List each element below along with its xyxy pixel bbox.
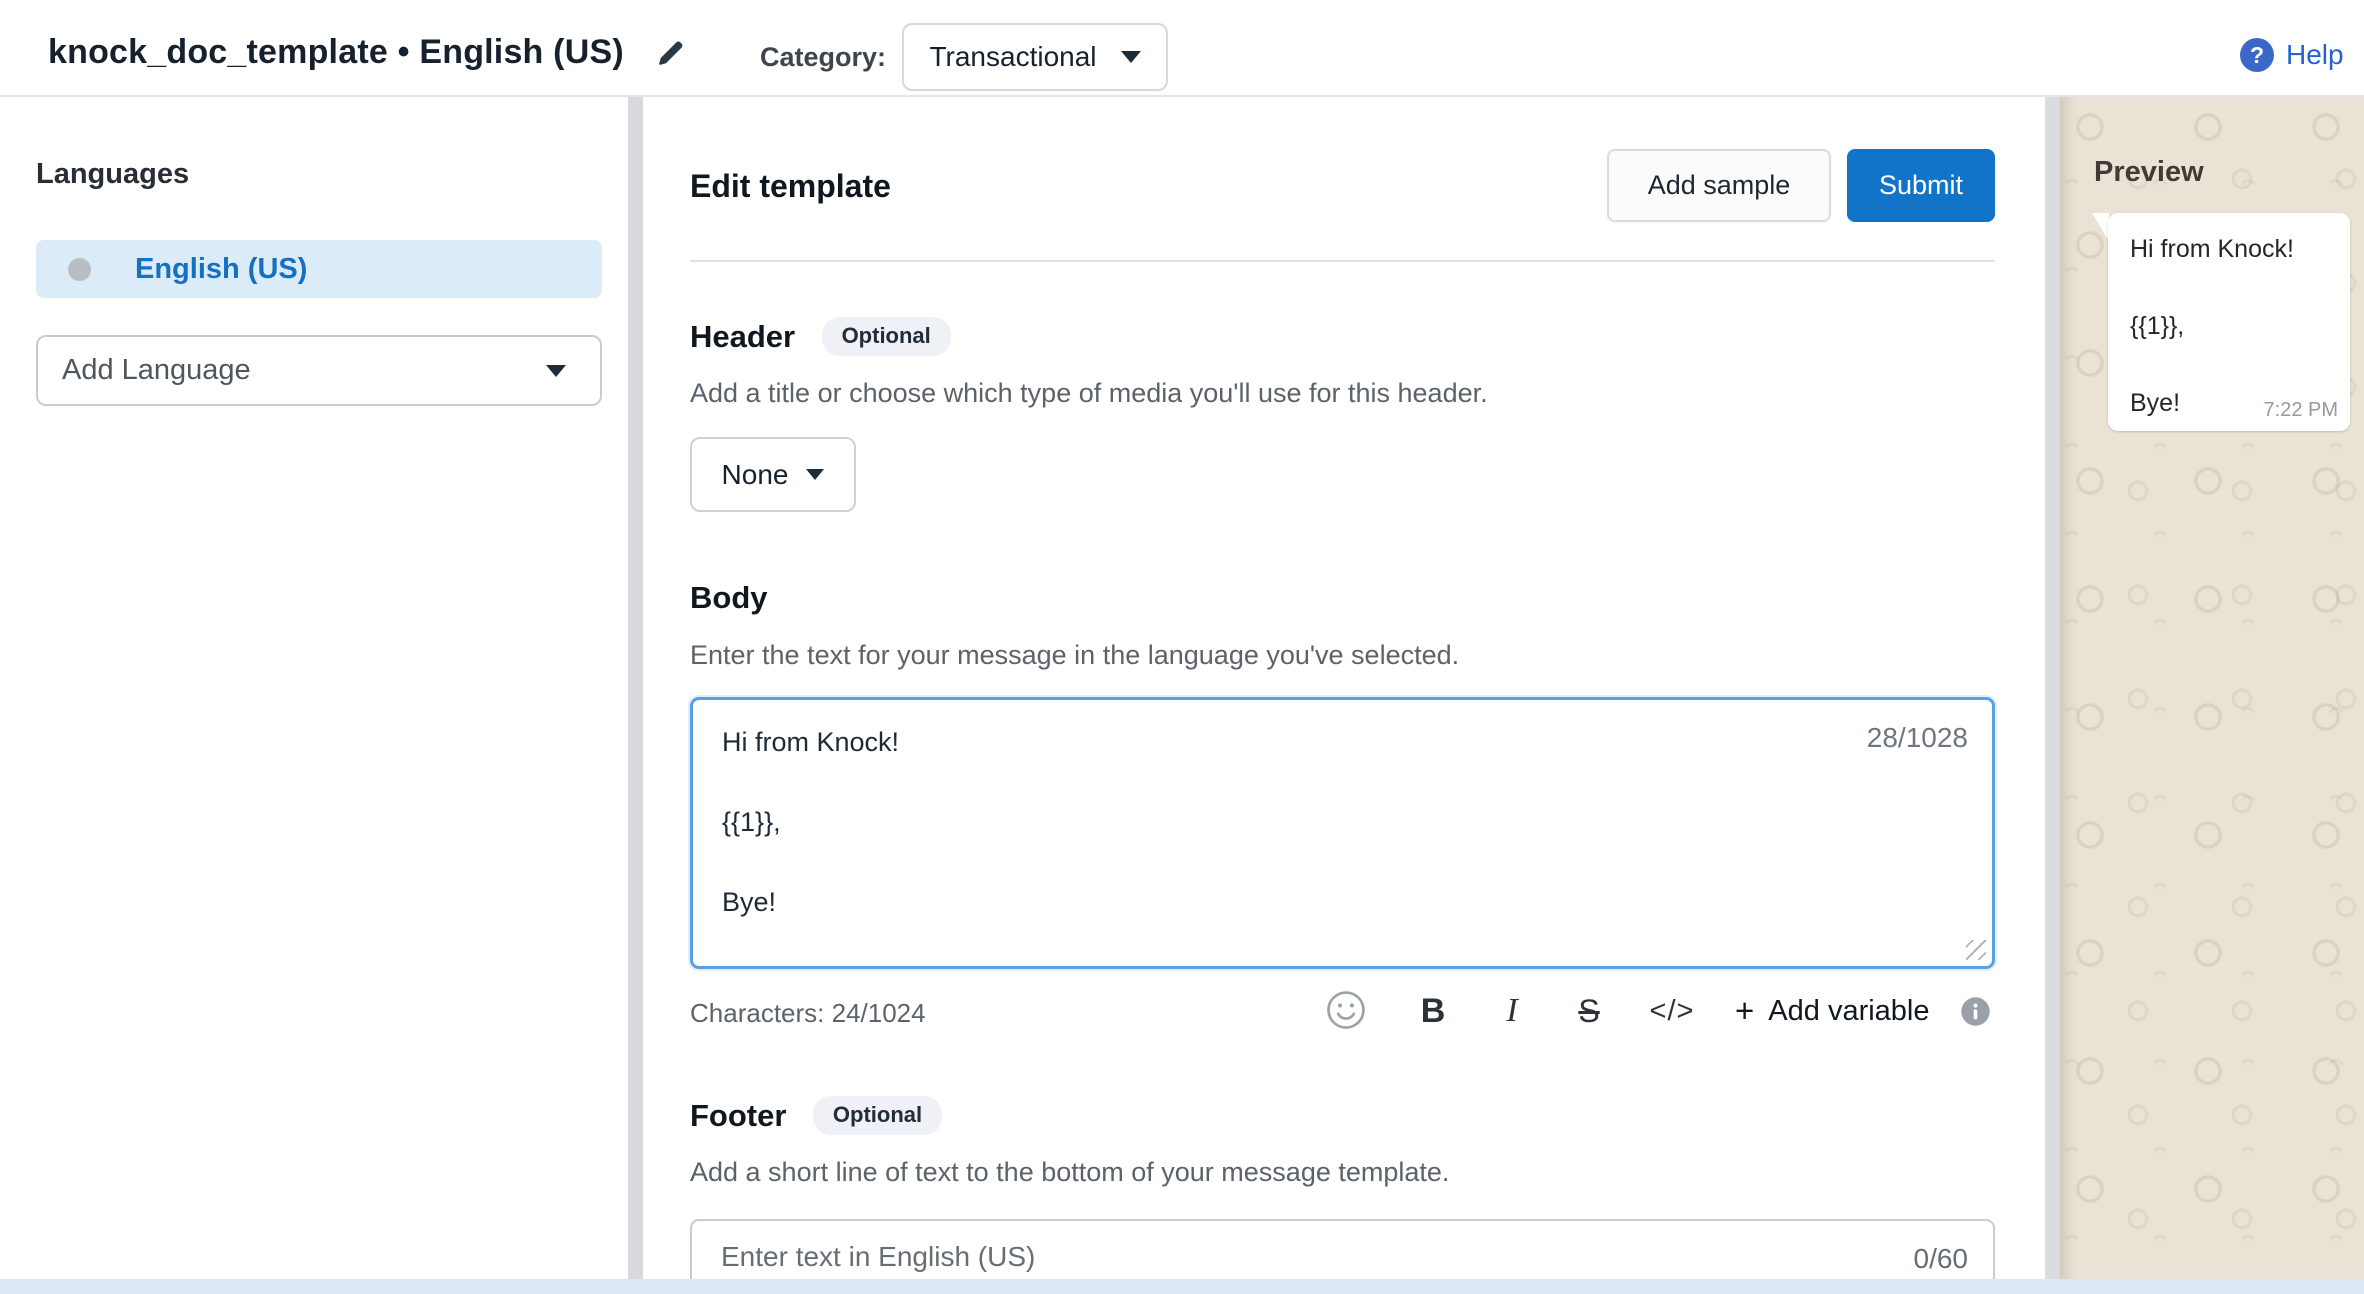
emoji-button[interactable]	[1325, 989, 1367, 1034]
submit-button[interactable]: Submit	[1847, 149, 1995, 222]
header-type-dropdown[interactable]: None	[690, 437, 856, 512]
chevron-down-icon	[1121, 51, 1141, 63]
header-section-title: Header	[690, 319, 795, 355]
optional-badge: Optional	[813, 1096, 942, 1135]
info-icon[interactable]	[1960, 996, 1991, 1027]
code-button[interactable]: </>	[1637, 995, 1707, 1028]
preview-message-line: {{1}},	[2130, 309, 2328, 343]
main-scrollbar[interactable]	[2045, 97, 2060, 1279]
preview-heading: Preview	[2094, 156, 2204, 189]
body-text-input[interactable]: Hi from Knock! {{1}}, Bye!	[690, 697, 1995, 969]
header-section-description: Add a title or choose which type of medi…	[690, 378, 1488, 409]
help-icon: ?	[2240, 38, 2274, 72]
top-bar: knock_doc_template • English (US) Catego…	[0, 0, 2364, 97]
footer-section-title: Footer	[690, 1098, 786, 1134]
template-editor-app: knock_doc_template • English (US) Catego…	[0, 0, 2364, 1294]
add-variable-button[interactable]: + Add variable	[1735, 992, 1930, 1030]
languages-heading: Languages	[36, 158, 189, 191]
body-section-title: Body	[690, 580, 768, 616]
bold-button[interactable]: B	[1407, 992, 1459, 1031]
chevron-down-icon	[806, 469, 824, 480]
textarea-resize-handle[interactable]	[1966, 940, 1986, 960]
smiley-icon	[1325, 989, 1367, 1034]
plus-icon: +	[1735, 992, 1754, 1030]
preview-message-line: Hi from Knock!	[2130, 232, 2328, 266]
sidebar-main-divider	[628, 97, 643, 1279]
chevron-down-icon	[546, 365, 566, 377]
characters-count-label: Characters: 24/1024	[690, 998, 926, 1029]
category-label: Category:	[760, 42, 886, 73]
add-variable-label: Add variable	[1768, 995, 1929, 1028]
italic-button[interactable]: I	[1487, 992, 1537, 1030]
preview-timestamp: 7:22 PM	[2246, 399, 2338, 422]
sidebar-item-english-us[interactable]: English (US)	[36, 240, 602, 298]
edit-title-button[interactable]	[648, 34, 696, 78]
section-divider	[690, 260, 1995, 262]
template-title: knock_doc_template • English (US)	[48, 33, 624, 72]
help-link[interactable]: ? Help	[2240, 38, 2344, 72]
header-section-title-row: Header Optional	[690, 317, 951, 356]
bottom-edge-strip	[0, 1279, 2364, 1294]
add-language-dropdown[interactable]: Add Language	[36, 335, 602, 406]
header-type-value: None	[722, 459, 789, 491]
language-status-dot-icon	[68, 258, 91, 281]
add-language-label: Add Language	[62, 354, 251, 387]
page-title: Edit template	[690, 168, 891, 205]
optional-badge: Optional	[822, 317, 951, 356]
strikethrough-button[interactable]: S	[1563, 993, 1615, 1030]
footer-section-title-row: Footer Optional	[690, 1096, 942, 1135]
language-label: English (US)	[135, 253, 307, 286]
body-section-description: Enter the text for your message in the l…	[690, 640, 1459, 671]
body-format-toolbar: B I S </> + Add variable	[1325, 985, 1995, 1037]
pencil-icon	[654, 61, 690, 76]
category-value: Transactional	[929, 41, 1096, 73]
footer-section-description: Add a short line of text to the bottom o…	[690, 1157, 1449, 1188]
category-dropdown[interactable]: Transactional	[902, 23, 1168, 91]
body-section-title-row: Body	[690, 580, 768, 616]
add-sample-button[interactable]: Add sample	[1607, 149, 1831, 222]
help-label: Help	[2286, 39, 2344, 71]
